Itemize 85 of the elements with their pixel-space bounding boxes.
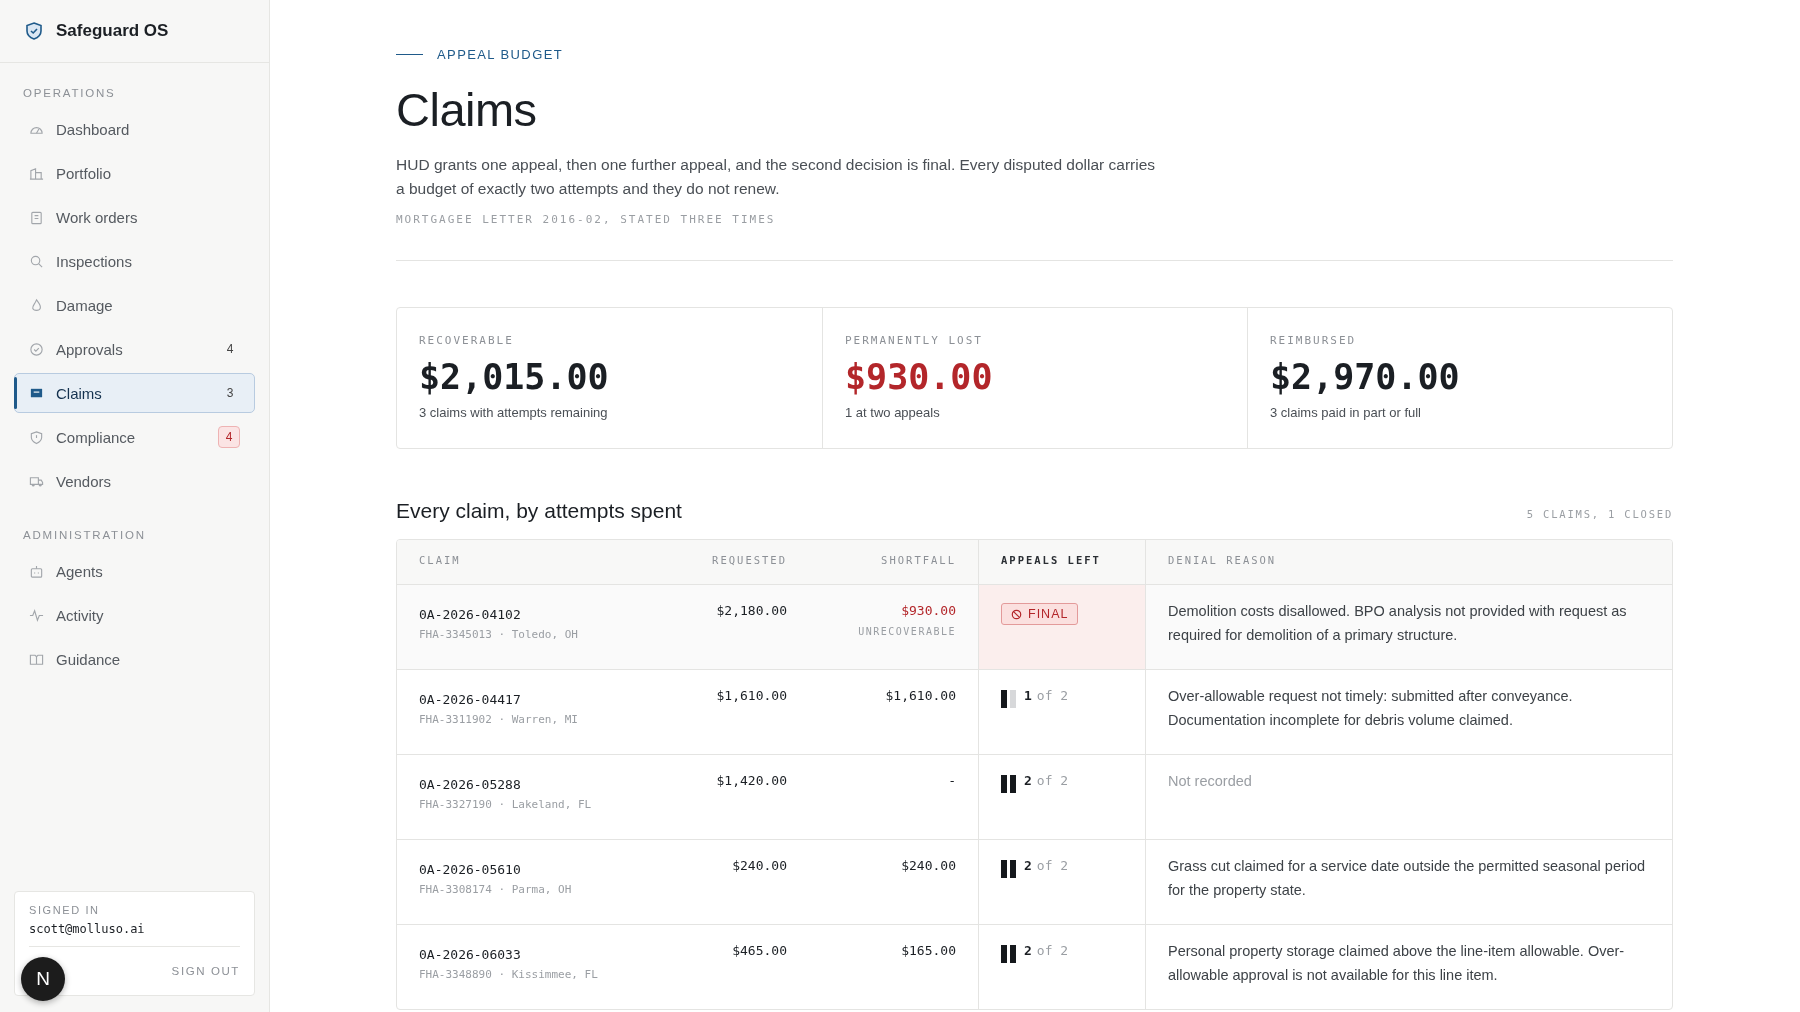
appeals-left: 2 [1024, 943, 1032, 958]
stat-label: RECOVERABLE [419, 334, 515, 347]
claims-summary: 5 CLAIMS, 1 CLOSED [1526, 508, 1673, 520]
nav-item[interactable]: Work orders [14, 197, 255, 237]
nav-item[interactable]: Inspections [14, 241, 255, 281]
section-heading: OPERATIONS [22, 86, 117, 101]
clipboard-icon [29, 209, 44, 225]
appeals-left: 2 [1024, 773, 1032, 788]
search-icon [29, 253, 44, 269]
shortfall-amount: $930.00 [901, 603, 956, 618]
requested-amount: $240.00 [732, 858, 787, 873]
shortfall-amount: - [948, 773, 956, 788]
appeals-total: of 2 [1036, 688, 1069, 703]
avatar[interactable]: N [21, 957, 65, 1001]
case-location: FHA-3308174 · Parma, OH [419, 883, 573, 896]
column-header: SHORTFALL [880, 553, 957, 568]
denial-reason: Not recorded [1168, 772, 1253, 791]
case-location: FHA-3327190 · Lakeland, FL [419, 798, 593, 811]
denial-reason: Demolition costs disallowed. BPO analysis not provided with request as required for demolition of a primary structure. [1168, 602, 1628, 645]
pulse-icon [29, 607, 44, 623]
column-header: REQUESTED [711, 553, 788, 568]
case-location: FHA-3311902 · Warren, MI [419, 713, 579, 726]
claim-id: 0A-2026-04102 [419, 607, 522, 622]
nav-item[interactable]: Vendors [14, 461, 255, 501]
claim-id: 0A-2026-05610 [419, 862, 522, 877]
denial-reason: Over-allowable request not timely: submitted after conveyance. Documentation incomplete for debris volume claimed. [1168, 687, 1574, 730]
nav-item[interactable]: Damage [14, 285, 255, 325]
case-location: FHA-3345013 · Toledo, OH [419, 628, 579, 641]
shortfall-amount: $1,610.00 [885, 688, 956, 703]
intro-text: HUD grants one appeal, then one further appeal, and the second decision is final. Every disputed dollar carries a budget of exactly two attempts and they do not renew. [396, 155, 1156, 199]
nav-item[interactable]: Approvals 4 [14, 329, 255, 369]
stat-label: PERMANENTLY LOST [845, 334, 984, 347]
stat-value: $2,970.00 [1270, 357, 1461, 397]
nav-item[interactable]: Activity [14, 595, 255, 635]
sign-out-button[interactable]: SIGN OUT [171, 961, 240, 981]
case-location: FHA-3348890 · Kissimmee, FL [419, 968, 599, 981]
shield-icon [24, 21, 44, 41]
eyebrow-label: APPEAL BUDGET [437, 47, 564, 62]
nav-item[interactable]: Claims 3 [14, 373, 255, 413]
count-label: 3 [225, 385, 235, 402]
stat-label: REIMBURSED [1270, 334, 1358, 347]
final-badge: FINAL [1001, 603, 1079, 625]
appeals-total: of 2 [1036, 858, 1069, 873]
nav-item[interactable]: Guidance [14, 639, 255, 679]
section-heading: ADMINISTRATION [22, 528, 147, 543]
appeals-left: 1 [1024, 688, 1032, 703]
shortfall-amount: $240.00 [901, 858, 956, 873]
section-title: Every claim, by attempts spent [396, 499, 682, 523]
nav-item[interactable]: Compliance 4 [14, 417, 255, 457]
nav-item[interactable]: Agents [14, 551, 255, 591]
app-name: Safeguard OS [56, 21, 169, 41]
account-email: scott@molluso.ai [29, 922, 240, 947]
source-note: MORTGAGEE LETTER 2016-02, STATED THREE TIMES [396, 213, 777, 226]
claim-id: 0A-2026-04417 [419, 692, 522, 707]
count-badge: 4 [218, 426, 240, 448]
stat-note: 3 claims with attempts remaining [419, 405, 609, 420]
column-header: CLAIM [418, 553, 462, 568]
appeals-left: 2 [1024, 858, 1032, 873]
shortfall-note: UNRECOVERABLE [858, 626, 956, 637]
nav-item[interactable]: Portfolio [14, 153, 255, 193]
requested-amount: $1,420.00 [716, 773, 787, 788]
claim-id: 0A-2026-05288 [419, 777, 522, 792]
requested-amount: $2,180.00 [716, 603, 787, 618]
stat-value: $2,015.00 [419, 357, 610, 397]
blocked-icon [1011, 608, 1022, 620]
shortfall-amount: $165.00 [901, 943, 956, 958]
claim-id: 0A-2026-06033 [419, 947, 522, 962]
signed-in-label: SIGNED IN [29, 904, 101, 916]
nav-item[interactable]: Dashboard [14, 109, 255, 149]
stat-value: $930.00 [845, 357, 994, 397]
stat-note: 1 at two appeals [845, 405, 941, 420]
shield-icon [29, 429, 44, 445]
denial-reason: Personal property storage claimed above the line-item allowable. Over-allowable approval is not available for this line item. [1168, 942, 1626, 985]
count-label: 4 [225, 341, 235, 358]
appeals-total: of 2 [1036, 943, 1069, 958]
requested-amount: $465.00 [732, 943, 787, 958]
check-circle-icon [29, 341, 44, 357]
requested-amount: $1,610.00 [716, 688, 787, 703]
column-header: DENIAL REASON [1167, 553, 1278, 568]
appeals-total: of 2 [1036, 773, 1069, 788]
denial-reason: Grass cut claimed for a service date outside the permitted seasonal period for the property state. [1168, 857, 1647, 900]
stat-note: 3 claims paid in part or full [1270, 405, 1422, 420]
robot-icon [29, 563, 44, 579]
page-title: Claims [396, 82, 538, 137]
building-icon [29, 165, 44, 181]
